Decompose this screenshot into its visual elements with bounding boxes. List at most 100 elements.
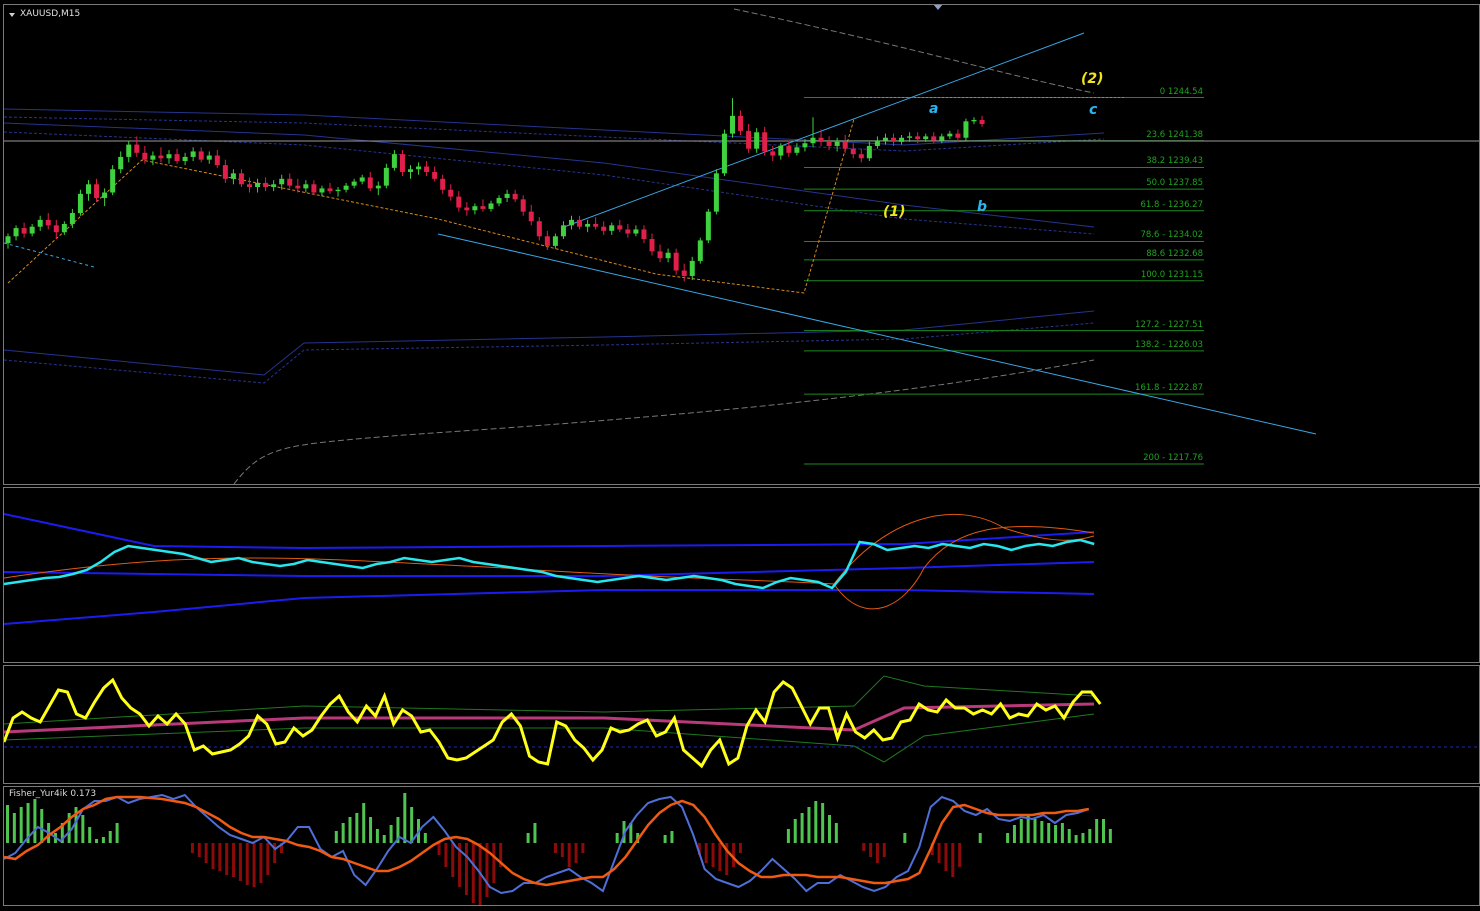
fisher-histogram-bar (1040, 821, 1044, 843)
fisher-histogram-bar (581, 843, 585, 853)
candle-body (713, 173, 719, 212)
price-chart-svg (4, 8, 1479, 484)
fisher-histogram-bar (786, 829, 790, 843)
candle-body (190, 151, 196, 157)
candle-body (705, 211, 711, 241)
oscillator-pane-1[interactable] (3, 487, 1480, 663)
fisher-histogram-bar (937, 843, 941, 863)
fisher-histogram-bar (533, 823, 537, 843)
fisher-histogram-bar (1054, 825, 1058, 843)
fisher-histogram-bar (334, 831, 338, 843)
fisher-histogram-bar (574, 843, 578, 863)
candle-body (601, 226, 607, 231)
fisher-histogram-bar (375, 829, 379, 843)
candle-body (383, 167, 389, 186)
fisher-histogram-bar (464, 843, 468, 895)
candle-body (496, 197, 502, 204)
fisher-histogram-bar (704, 843, 708, 863)
candle-body (255, 182, 261, 188)
candle-body (585, 223, 591, 227)
candle-body (826, 141, 832, 146)
candle-body (367, 177, 373, 189)
fisher-histogram-bar (252, 843, 256, 887)
fib-label-61.8: 61.8 - 1236.27 (1140, 199, 1203, 210)
candle-body (681, 270, 687, 276)
fisher-histogram-bar (1006, 833, 1010, 843)
candle-body (931, 136, 937, 141)
candle-body (327, 188, 333, 192)
candle-body (721, 133, 727, 174)
fisher-histogram-bar (663, 835, 667, 843)
candle-body (343, 185, 349, 190)
fisher-histogram-bar (355, 813, 359, 843)
fisher-histogram-bar (369, 817, 373, 843)
fisher-histogram-bar (348, 817, 352, 843)
fisher-histogram-bar (944, 843, 948, 871)
candle-body (512, 193, 518, 200)
candle-body (915, 136, 921, 140)
candle-body (351, 181, 357, 186)
candle-body (214, 155, 220, 166)
price-chart-pane[interactable]: XAUUSD,M15 0 1244.54 23.6 1241.38 38.2 123… (3, 4, 1480, 485)
fib-label-23.6: 23.6 1241.38 (1146, 129, 1203, 140)
candle-body (5, 236, 11, 244)
fisher-histogram-bar (218, 843, 222, 871)
candle-body (424, 166, 430, 172)
moving-average-lower (233, 359, 1095, 484)
candle-body (174, 154, 180, 162)
candle-body (738, 115, 744, 131)
left-trend-line (4, 242, 95, 268)
oscillator-pane-2[interactable] (3, 665, 1480, 784)
candle-body (971, 119, 977, 122)
fisher-histogram-bar (1074, 835, 1078, 843)
chart-shift-handle-icon[interactable] (933, 5, 943, 10)
fib-label-127.2: 127.2 - 1227.51 (1135, 319, 1203, 330)
oscillator-1-svg (4, 513, 1095, 625)
moving-average-upper (733, 8, 1095, 94)
fisher-histogram-bar (1060, 823, 1064, 843)
candle-body (198, 151, 204, 160)
candle-body (834, 141, 840, 146)
candle-body (77, 193, 83, 214)
candle-body (158, 155, 164, 159)
envelope-band (4, 122, 1095, 228)
lower-trend-line (437, 233, 1317, 435)
fisher-histogram-bar (1012, 825, 1016, 843)
fisher-histogram-bar (718, 843, 722, 871)
osc2-yellow-line (4, 677, 1102, 769)
candle-body (874, 140, 880, 146)
candle-body (399, 154, 405, 172)
upper-bollinger (4, 513, 1095, 550)
candle-body (802, 143, 808, 148)
candle-body (29, 226, 35, 234)
candle-body (794, 147, 800, 153)
fisher-histogram-bar (190, 843, 194, 853)
candle-body (955, 133, 961, 138)
candle-body (118, 156, 124, 170)
upper-trend-line (563, 32, 1085, 228)
candle-body (552, 236, 558, 246)
fisher-histogram-bar (951, 843, 955, 877)
candle-body (560, 225, 566, 237)
envelope-band (4, 131, 1095, 235)
candle-body (488, 203, 494, 209)
fib-label-38.2: 38.2 1239.43 (1146, 156, 1203, 167)
fisher-histogram-bar (800, 813, 804, 843)
fisher-histogram-bar (807, 807, 811, 843)
candle-body (150, 155, 156, 160)
fisher-histogram-bar (1108, 829, 1112, 843)
fisher-indicator-pane[interactable]: Fisher_Yur4ik 0.173 (3, 786, 1480, 906)
fisher-histogram-bar (238, 843, 242, 881)
fisher-histogram-bar (738, 843, 742, 853)
candle-body (416, 166, 422, 170)
fib-label-78.6: 78.6 - 1234.02 (1140, 230, 1203, 241)
candle-body (842, 141, 848, 149)
candle-body (536, 221, 542, 237)
fisher-histogram-bar (814, 801, 818, 843)
candle-body (375, 185, 381, 189)
fisher-histogram-bar (211, 843, 215, 869)
fisher-histogram-bar (526, 833, 530, 843)
candle-body (665, 252, 671, 259)
fisher-histogram-bar (437, 843, 441, 855)
fisher-histogram-bar (6, 805, 9, 843)
